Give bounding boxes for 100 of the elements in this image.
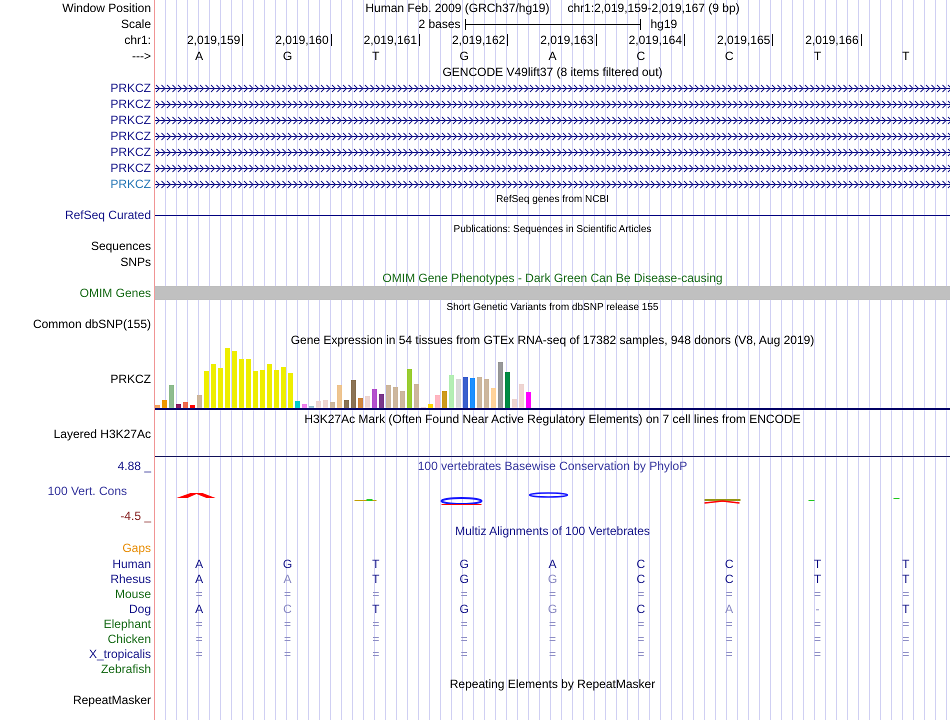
aligned-base: G	[282, 558, 292, 570]
track-label[interactable]: Sequences	[90, 240, 151, 252]
aligned-base: =	[637, 618, 644, 630]
aligned-base: G	[459, 602, 469, 614]
track-title: Multiz Alignments of 100 Vertebrates	[455, 525, 650, 537]
aligned-base: =	[637, 588, 644, 600]
track-title: Short Genetic Variants from dbSNP release 155	[446, 303, 658, 313]
row-label: Window Position	[62, 2, 151, 14]
assembly-text: Human Feb. 2009 (GRCh37/hg19)	[365, 2, 550, 14]
track-label[interactable]: 100 Vert. Cons	[48, 485, 127, 497]
aligned-base: C	[283, 602, 292, 614]
aligned-base: C	[636, 602, 646, 614]
gene-label[interactable]: PRKCZ	[110, 130, 151, 142]
aligned-base: =	[372, 648, 380, 660]
aligned-base: =	[726, 588, 733, 600]
aligned-base: =	[902, 588, 910, 600]
base-letter: G	[282, 50, 292, 62]
track-title: Repeating Elements by RepeatMasker	[450, 678, 656, 690]
aligned-base: T	[372, 572, 380, 584]
strand-label: --->	[132, 50, 151, 62]
aligned-base: -	[815, 602, 820, 614]
gene-label[interactable]: PRKCZ	[110, 82, 151, 94]
aligned-base: T	[814, 558, 822, 570]
gene-label[interactable]: PRKCZ	[110, 162, 151, 174]
track-title: GENCODE V49lift37 (8 items filtered out)	[442, 66, 663, 78]
aligned-base: A	[725, 602, 734, 614]
coordinate-label: 2,019,166	[805, 34, 859, 46]
aligned-base: =	[814, 648, 821, 660]
base-letter: C	[636, 50, 646, 62]
aligned-base: =	[814, 618, 821, 630]
coordinate-label: 2,019,159	[186, 34, 240, 46]
aligned-base: =	[460, 648, 468, 660]
aligned-base: =	[372, 618, 380, 630]
track-label[interactable]: Layered H3K27Ac	[54, 428, 151, 440]
aligned-base: A	[195, 572, 204, 584]
tick-mark	[860, 34, 862, 46]
coordinate-label: 2,019,160	[275, 34, 329, 46]
aligned-base: A	[195, 602, 204, 614]
track-label[interactable]: SNPs	[120, 256, 151, 268]
aligned-base: =	[548, 632, 556, 644]
aligned-base: =	[902, 632, 910, 644]
aligned-base: C	[724, 558, 734, 570]
track-label[interactable]: Common dbSNP(155)	[32, 318, 151, 330]
aligned-base: T	[902, 602, 910, 614]
row-label: chr1:	[124, 34, 151, 46]
position-text: chr1:2,019,159-2,019,167 (9 bp)	[567, 2, 740, 14]
track-label[interactable]: RefSeq Curated	[64, 209, 151, 221]
track-label[interactable]: OMIM Genes	[80, 287, 151, 299]
coordinate-label: 2,019,163	[540, 34, 594, 46]
aligned-base: =	[902, 648, 910, 660]
aligned-base: T	[372, 602, 380, 614]
base-letter: T	[372, 50, 380, 62]
tick-mark	[507, 34, 508, 46]
aligned-base: =	[284, 648, 291, 660]
track-label[interactable]: RepeatMasker	[72, 694, 151, 706]
aligned-base: =	[284, 588, 291, 600]
base-letter: C	[724, 50, 734, 62]
base-letter: A	[548, 50, 556, 62]
aligned-base: T	[902, 558, 910, 570]
coordinate-label: 2,019,162	[452, 34, 506, 46]
track-title: RefSeq genes from NCBI	[496, 195, 609, 205]
base-letter: G	[459, 50, 469, 62]
aligned-base: =	[460, 632, 468, 644]
aligned-base: A	[195, 558, 204, 570]
axis-max-label: 4.88 _	[118, 460, 151, 472]
track-title: OMIM Gene Phenotypes - Dark Green Can Be Disease-causing	[382, 272, 723, 284]
gene-label[interactable]: PRKCZ	[110, 114, 151, 126]
aligned-base: T	[902, 572, 910, 584]
tick-mark	[419, 34, 420, 46]
aligned-base: =	[548, 588, 556, 600]
tick-mark	[684, 34, 685, 46]
aligned-base: G	[459, 572, 469, 584]
species-label: Elephant	[104, 618, 151, 630]
aligned-base: =	[637, 632, 644, 644]
coordinate-label: 2,019,164	[628, 34, 682, 46]
aligned-base: =	[548, 618, 556, 630]
aligned-base: =	[814, 632, 821, 644]
aligned-base: =	[637, 648, 644, 660]
species-label: Mouse	[114, 588, 151, 600]
aligned-base: =	[902, 618, 910, 630]
aligned-base: =	[284, 632, 291, 644]
tick-mark	[242, 34, 244, 46]
aligned-base: T	[814, 572, 822, 584]
aligned-base: C	[636, 572, 646, 584]
gene-label[interactable]: PRKCZ	[110, 178, 151, 190]
row-label: Scale	[120, 18, 151, 30]
aligned-base: =	[460, 618, 468, 630]
aligned-base: =	[726, 648, 733, 660]
aligned-base: =	[814, 588, 821, 600]
aligned-base: =	[548, 648, 556, 660]
gene-label[interactable]: PRKCZ	[110, 146, 151, 158]
aligned-base: =	[196, 632, 203, 644]
species-label: Dog	[128, 602, 151, 614]
aligned-base: A	[283, 572, 292, 584]
aligned-base: =	[372, 632, 380, 644]
track-title: 100 vertebrates Basewise Conservation by PhyloP	[418, 460, 688, 472]
gene-label[interactable]: PRKCZ	[110, 98, 151, 110]
track-label[interactable]: PRKCZ	[110, 373, 151, 385]
aligned-base: =	[372, 588, 380, 600]
track-title: H3K27Ac Mark (Often Found Near Active Regulatory Elements) on 7 cell lines from ENCODE	[304, 413, 801, 425]
